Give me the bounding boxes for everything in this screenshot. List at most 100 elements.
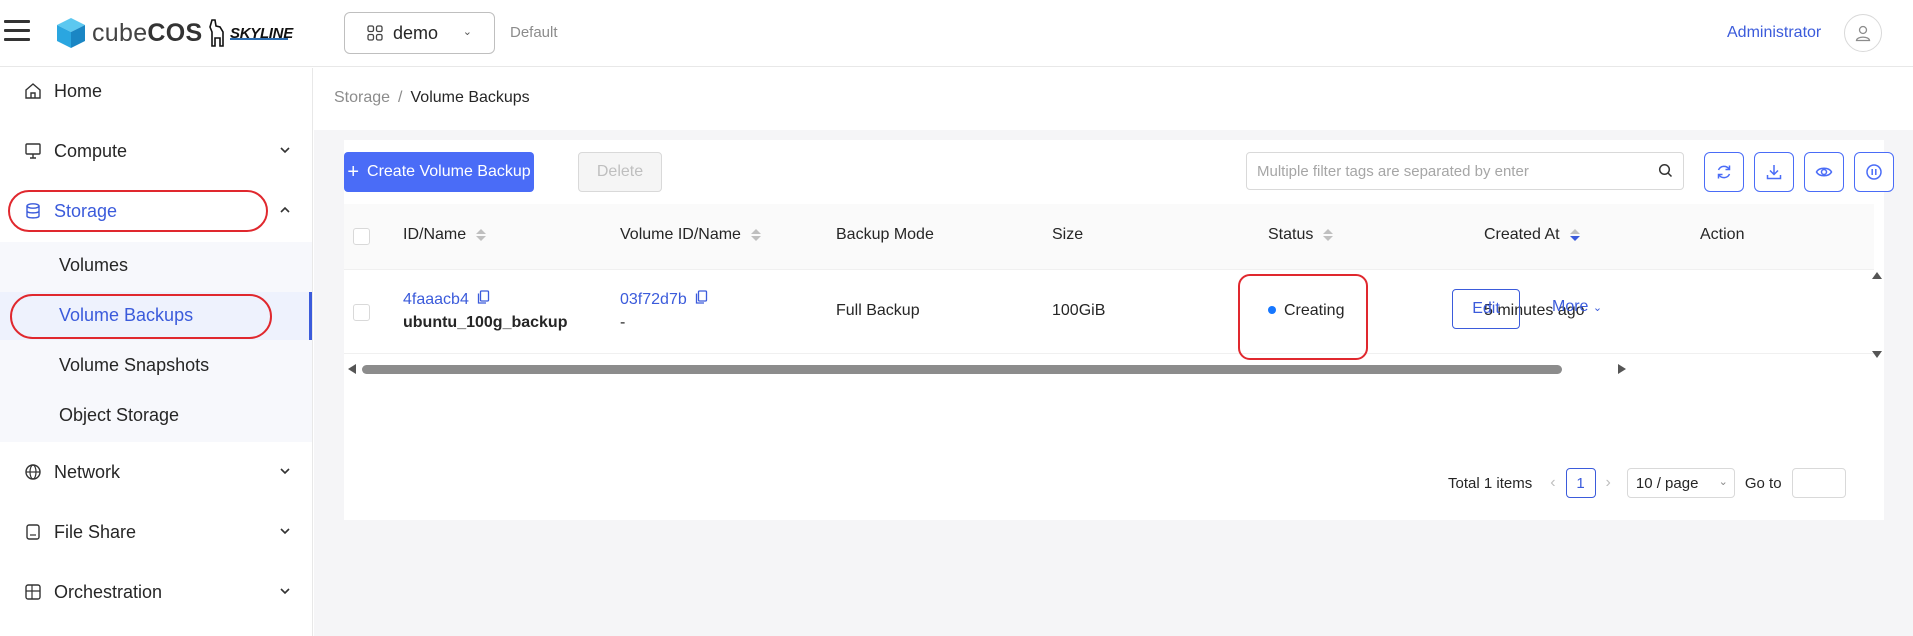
volume-id-cell: 03f72d7b bbox=[620, 290, 708, 309]
globe-icon bbox=[25, 464, 41, 480]
sidebar-item-volumes[interactable]: Volumes bbox=[0, 242, 312, 290]
sort-icon bbox=[476, 229, 487, 241]
download-icon bbox=[1766, 165, 1782, 180]
prev-page-icon[interactable]: ‹ bbox=[1550, 474, 1555, 492]
chevron-down-icon: ⌄ bbox=[462, 26, 472, 38]
pagination: Total 1 items ‹ 1 › 10 / page ⌄ Go to bbox=[1448, 468, 1846, 498]
breadcrumb-storage[interactable]: Storage bbox=[334, 89, 390, 106]
chevron-down-icon bbox=[280, 147, 290, 154]
plus-icon: + bbox=[347, 161, 360, 183]
page-1-button[interactable]: 1 bbox=[1565, 468, 1596, 498]
backup-mode: Full Backup bbox=[836, 302, 920, 319]
vertical-scrollbar[interactable] bbox=[1870, 270, 1884, 360]
sidebar-item-storage[interactable]: Storage bbox=[0, 188, 312, 234]
monitor-icon bbox=[25, 143, 41, 159]
status-dot bbox=[1268, 305, 1276, 314]
row-checkbox[interactable] bbox=[353, 304, 370, 321]
sidebar-item-label: Network bbox=[54, 461, 121, 482]
home-icon bbox=[25, 83, 41, 99]
status-badge: Creating bbox=[1268, 302, 1344, 320]
sidebar-item-home[interactable]: Home bbox=[0, 68, 312, 114]
sidebar-item-label: Volume Backups bbox=[59, 305, 194, 325]
sidebar-item-label: Volume Snapshots bbox=[59, 355, 210, 375]
pause-icon bbox=[1866, 164, 1882, 180]
create-volume-backup-button[interactable]: + Create Volume Backup bbox=[344, 152, 534, 192]
volume-name: - bbox=[620, 314, 626, 331]
select-all-checkbox[interactable] bbox=[353, 228, 370, 245]
refresh-icon bbox=[1717, 165, 1731, 179]
chevron-down-icon bbox=[280, 468, 290, 475]
copy-icon[interactable] bbox=[695, 290, 708, 304]
page-size-select[interactable]: 10 / page ⌄ bbox=[1626, 468, 1735, 498]
database-icon bbox=[26, 203, 40, 219]
avatar[interactable] bbox=[1844, 14, 1882, 52]
column-size: Size bbox=[1052, 226, 1084, 243]
sort-icon bbox=[750, 229, 761, 241]
sidebar-item-compute[interactable]: Compute bbox=[0, 128, 312, 174]
chevron-down-icon bbox=[280, 528, 290, 535]
sidebar-item-label: Home bbox=[54, 80, 103, 101]
sidebar-item-label: Compute bbox=[54, 140, 128, 161]
sidebar: Home Compute Storage Volumes Volume Back… bbox=[0, 68, 313, 636]
volume-backups-panel: + Create Volume Backup Delete ID/Name Vo… bbox=[344, 140, 1894, 520]
scroll-thumb[interactable] bbox=[362, 365, 1562, 374]
user-menu[interactable]: Administrator bbox=[1727, 24, 1821, 42]
sidebar-item-label: Object Storage bbox=[59, 405, 180, 425]
download-button[interactable] bbox=[1754, 152, 1794, 192]
table-row: 4faaacb4 ubuntu_100g_backup 03f72d7b - F… bbox=[344, 270, 1874, 360]
column-volume-id-name[interactable]: Volume ID/Name bbox=[620, 226, 761, 244]
more-actions-dropdown[interactable]: More ⌄ bbox=[1552, 298, 1602, 316]
cubecos-logo[interactable]: cubeCOS bbox=[56, 17, 203, 49]
table-header: ID/Name Volume ID/Name Backup Mode Size … bbox=[344, 204, 1874, 270]
sidebar-item-network[interactable]: Network bbox=[0, 449, 312, 495]
chevron-down-icon: ⌄ bbox=[1592, 302, 1603, 314]
menu-toggle-icon[interactable] bbox=[4, 20, 30, 44]
orchestration-icon bbox=[25, 584, 41, 600]
sidebar-item-volume-backups[interactable]: Volume Backups bbox=[0, 292, 312, 340]
project-select[interactable]: demo ⌄ bbox=[344, 12, 495, 54]
column-id-name[interactable]: ID/Name bbox=[403, 226, 487, 244]
edit-button[interactable]: Edit bbox=[1452, 289, 1520, 329]
file-share-icon bbox=[26, 524, 40, 540]
horizontal-scrollbar[interactable] bbox=[344, 362, 1874, 376]
pause-refresh-button[interactable] bbox=[1854, 152, 1894, 192]
sidebar-item-orchestration[interactable]: Orchestration bbox=[0, 569, 312, 615]
main-content: Storage / Volume Backups + Create Volume B… bbox=[314, 68, 1913, 636]
column-created-at[interactable]: Created At bbox=[1484, 226, 1580, 244]
breadcrumb-current: Volume Backups bbox=[410, 89, 530, 106]
sidebar-item-label: Volumes bbox=[59, 255, 129, 275]
column-visibility-button[interactable] bbox=[1804, 152, 1844, 192]
column-status[interactable]: Status bbox=[1268, 226, 1334, 244]
chevron-down-icon bbox=[280, 588, 290, 595]
refresh-button[interactable] bbox=[1704, 152, 1744, 192]
sort-desc-icon bbox=[1569, 229, 1580, 241]
sidebar-item-file-share[interactable]: File Share bbox=[0, 509, 312, 555]
top-header: cubeCOS SKYLINE demo ⌄ Default Administr… bbox=[0, 0, 1913, 67]
search-input[interactable] bbox=[1247, 153, 1637, 189]
search-box bbox=[1246, 152, 1684, 190]
skyline-logo: SKYLINE bbox=[206, 18, 293, 48]
next-page-icon[interactable]: › bbox=[1606, 474, 1611, 492]
breadcrumb: Storage / Volume Backups bbox=[334, 89, 530, 106]
chevron-up-icon bbox=[280, 206, 290, 213]
copy-icon[interactable] bbox=[477, 290, 490, 304]
sidebar-item-label: Storage bbox=[54, 200, 118, 221]
backup-size: 100GiB bbox=[1052, 302, 1106, 319]
backup-id-cell: 4faaacb4 bbox=[403, 290, 490, 309]
sidebar-item-volume-snapshots[interactable]: Volume Snapshots bbox=[0, 342, 312, 390]
breadcrumb-bar: Storage / Volume Backups bbox=[314, 68, 1913, 130]
column-action: Action bbox=[1700, 226, 1745, 243]
llama-icon bbox=[209, 19, 224, 47]
goto-page-input[interactable] bbox=[1791, 468, 1846, 498]
apps-icon bbox=[367, 25, 383, 41]
project-name: demo bbox=[393, 22, 439, 43]
user-icon bbox=[1855, 25, 1871, 42]
sidebar-item-object-storage[interactable]: Object Storage bbox=[0, 392, 312, 440]
volume-id-link[interactable]: 03f72d7b bbox=[620, 291, 687, 308]
search-icon[interactable] bbox=[1658, 163, 1673, 178]
brand-name: cubeCOS bbox=[92, 18, 203, 47]
backup-id-link[interactable]: 4faaacb4 bbox=[403, 291, 469, 308]
delete-button[interactable]: Delete bbox=[578, 152, 662, 192]
backup-name: ubuntu_100g_backup bbox=[403, 314, 568, 331]
chevron-down-icon: ⌄ bbox=[1718, 476, 1728, 488]
